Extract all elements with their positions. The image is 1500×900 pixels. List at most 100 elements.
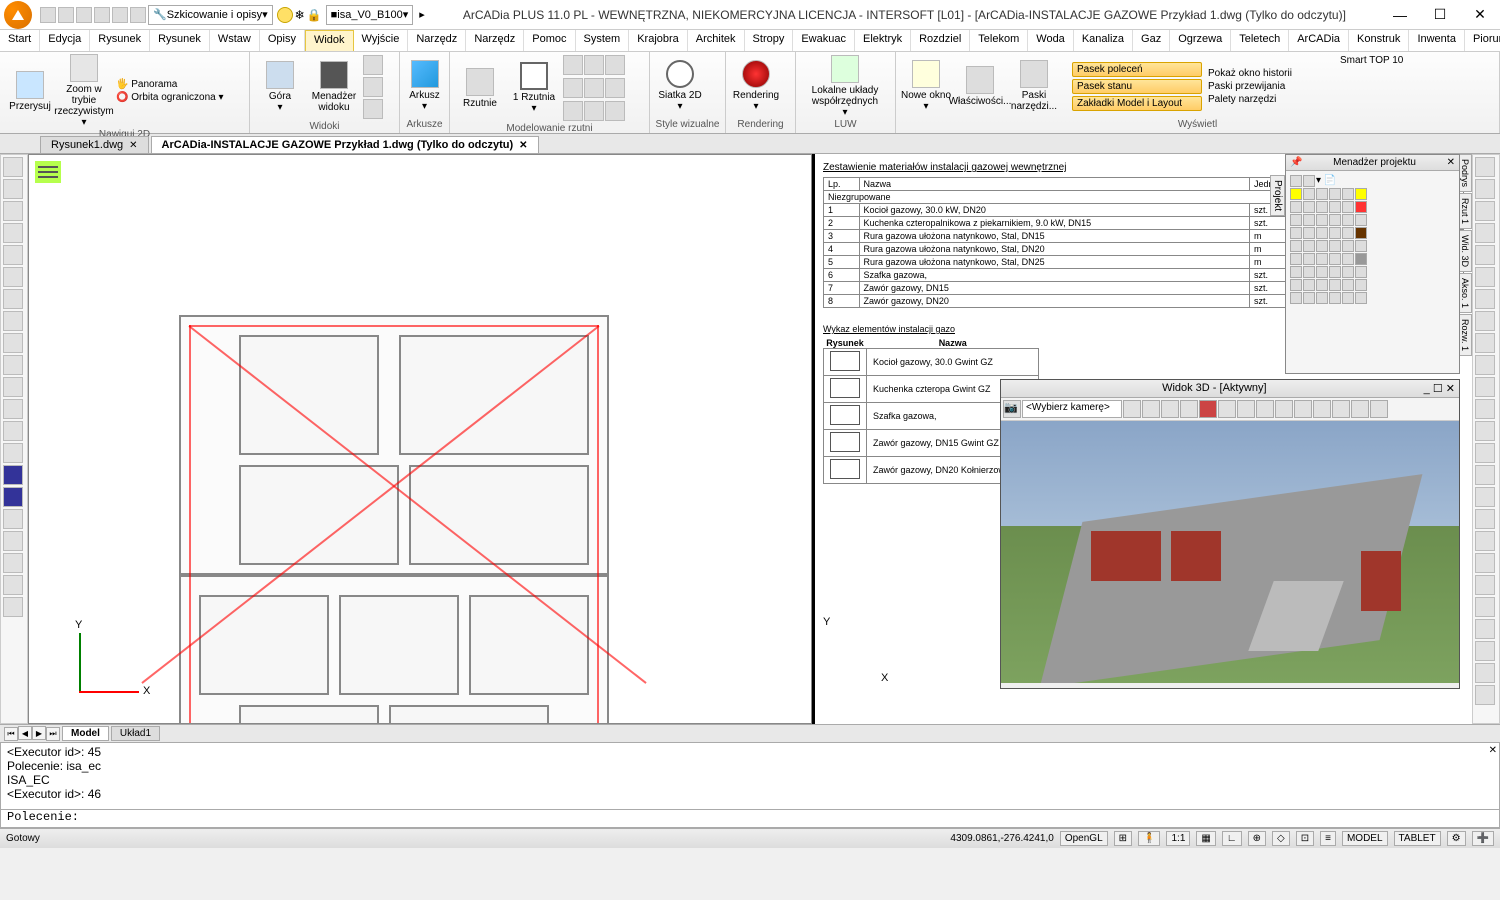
qat-new-icon[interactable] bbox=[40, 7, 56, 23]
rtool-match-icon[interactable] bbox=[1475, 575, 1495, 595]
qat-save-icon[interactable] bbox=[76, 7, 92, 23]
tabs-toggle[interactable]: Zakładki Model i Layout bbox=[1072, 96, 1202, 111]
scroll-bars-toggle[interactable]: Paski przewijania bbox=[1204, 80, 1334, 93]
tool-polyline-icon[interactable] bbox=[3, 179, 23, 199]
tool-dim-icon[interactable] bbox=[3, 509, 23, 529]
menu-architek[interactable]: Architek bbox=[688, 30, 745, 51]
tool-mtext-icon[interactable] bbox=[3, 487, 23, 507]
v3d-3[interactable] bbox=[1161, 400, 1179, 418]
tool-line-icon[interactable] bbox=[3, 157, 23, 177]
menu-wstaw[interactable]: Wstaw bbox=[210, 30, 260, 51]
menu-krajobra[interactable]: Krajobra bbox=[629, 30, 688, 51]
v3d-5[interactable] bbox=[1199, 400, 1217, 418]
view3d-max-icon[interactable]: ☐ bbox=[1433, 383, 1443, 395]
status-snap-icon[interactable]: ⊞ bbox=[1114, 831, 1132, 846]
camera-select[interactable]: <Wybierz kamerę> bbox=[1022, 400, 1122, 418]
tool-leader-icon[interactable] bbox=[3, 531, 23, 551]
v3d-6[interactable] bbox=[1218, 400, 1236, 418]
rtool-explode-icon[interactable] bbox=[1475, 443, 1495, 463]
layer-dropdown[interactable]: ■ isa_V0_B100 ▾ bbox=[326, 5, 414, 25]
v3d-12[interactable] bbox=[1332, 400, 1350, 418]
v3d-1[interactable] bbox=[1123, 400, 1141, 418]
rendering-button[interactable]: Rendering▾ bbox=[730, 60, 782, 112]
layout-tab-1[interactable]: Układ1 bbox=[111, 726, 160, 741]
view3d-min-icon[interactable]: _ bbox=[1424, 383, 1430, 395]
workspace-dropdown[interactable]: 🔧 Szkicowanie i opisy ▾ bbox=[148, 5, 273, 25]
menu-stropy[interactable]: Stropy bbox=[745, 30, 794, 51]
v3d-9[interactable] bbox=[1275, 400, 1293, 418]
tool-boundary-icon[interactable] bbox=[3, 399, 23, 419]
rtool-misc3-icon[interactable] bbox=[1475, 685, 1495, 705]
pin-icon[interactable]: 📌 bbox=[1290, 157, 1302, 168]
menu-telekom[interactable]: Telekom bbox=[970, 30, 1028, 51]
view-3d-panel[interactable]: Widok 3D - [Aktywny]_ ☐ ✕ 📷 <Wybierz kam… bbox=[1000, 379, 1460, 689]
doc-tab[interactable]: ArCADia-INSTALACJE GAZOWE Przykład 1.dwg… bbox=[151, 136, 539, 153]
tool-rect-icon[interactable] bbox=[3, 289, 23, 309]
doc-tab[interactable]: Rysunek1.dwg✕ bbox=[40, 136, 149, 153]
view-menu-icon[interactable] bbox=[35, 161, 61, 183]
rtool-array-icon[interactable] bbox=[1475, 289, 1495, 309]
view-small-2[interactable] bbox=[363, 77, 383, 97]
v3d-11[interactable] bbox=[1313, 400, 1331, 418]
rtool-scale-icon[interactable] bbox=[1475, 223, 1495, 243]
qat-snow-icon[interactable]: ❄ bbox=[295, 8, 305, 22]
rtool-prop-icon[interactable] bbox=[1475, 597, 1495, 617]
command-history[interactable]: ✕ <Executor id>: 45Polecenie: isa_ecISA_… bbox=[0, 742, 1500, 810]
menu-rysunek[interactable]: Rysunek bbox=[150, 30, 210, 51]
qat-dropdown-arrow-icon[interactable]: ▸ bbox=[419, 8, 425, 21]
rtool-layer-icon[interactable] bbox=[1475, 619, 1495, 639]
rtool-stretch-icon[interactable] bbox=[1475, 487, 1495, 507]
qat-undo-icon[interactable] bbox=[112, 7, 128, 23]
status-otrack-icon[interactable]: ⊡ bbox=[1296, 831, 1314, 846]
grid2d-button[interactable]: Siatka 2D▾ bbox=[654, 60, 706, 112]
project-tree[interactable]: ▾ 📄 bbox=[1286, 171, 1459, 309]
rtool-misc2-icon[interactable] bbox=[1475, 663, 1495, 683]
menu-edycja[interactable]: Edycja bbox=[40, 30, 90, 51]
top-view-button[interactable]: Góra▾ bbox=[254, 61, 306, 113]
v3d-7[interactable] bbox=[1237, 400, 1255, 418]
view-manager-button[interactable]: Menadżer widoku bbox=[308, 61, 360, 113]
properties-button[interactable]: Właściwości... bbox=[954, 66, 1006, 107]
tool-text-icon[interactable] bbox=[3, 465, 23, 485]
ucs-button[interactable]: Lokalne układy współrzędnych▾ bbox=[800, 55, 890, 118]
menu-narzędz[interactable]: Narzędz bbox=[408, 30, 466, 51]
rtool-join-icon[interactable] bbox=[1475, 421, 1495, 441]
menu-start[interactable]: Start bbox=[0, 30, 40, 51]
rtool-fillet-icon[interactable] bbox=[1475, 355, 1495, 375]
tool-spline-icon[interactable] bbox=[3, 223, 23, 243]
redraw-button[interactable]: Przerysuj bbox=[4, 71, 56, 112]
qat-open-icon[interactable] bbox=[58, 7, 74, 23]
status-grid-icon[interactable]: ▦ bbox=[1196, 831, 1215, 846]
tool-arc-icon[interactable] bbox=[3, 201, 23, 221]
viewport-grid[interactable] bbox=[562, 54, 624, 122]
rtool-lengthen-icon[interactable] bbox=[1475, 531, 1495, 551]
rtool-align-icon[interactable] bbox=[1475, 509, 1495, 529]
tool-palettes-toggle[interactable]: Palety narzędzi bbox=[1204, 93, 1334, 106]
menu-arcadia[interactable]: ArCADia bbox=[1289, 30, 1349, 51]
orbit-button[interactable]: ⭕ Orbita ograniczona ▾ bbox=[112, 91, 228, 104]
history-window-toggle[interactable]: Pokaż okno historii bbox=[1204, 67, 1334, 80]
tool-measure-icon[interactable] bbox=[3, 597, 23, 617]
maximize-button[interactable]: ☐ bbox=[1420, 0, 1460, 30]
menu-pioruno[interactable]: Pioruno bbox=[1465, 30, 1500, 51]
status-model[interactable]: MODEL bbox=[1342, 831, 1388, 846]
status-scale[interactable]: 1:1 bbox=[1166, 831, 1190, 846]
layout-nav[interactable]: ⏮◀▶⏭ bbox=[4, 726, 60, 741]
status-plus-icon[interactable]: ➕ bbox=[1472, 831, 1494, 846]
sheet-button[interactable]: Arkusz▾ bbox=[404, 60, 445, 112]
menu-pomoc[interactable]: Pomoc bbox=[524, 30, 575, 51]
tool-wipe-icon[interactable] bbox=[3, 421, 23, 441]
one-viewport-button[interactable]: 1 Rzutnia▾ bbox=[508, 62, 560, 114]
qat-lock-icon[interactable]: 🔒 bbox=[307, 8, 322, 22]
view-small-1[interactable] bbox=[363, 55, 383, 75]
toolbars-button[interactable]: Paski narzędzi... bbox=[1008, 60, 1060, 112]
rtool-erase-icon[interactable] bbox=[1475, 465, 1495, 485]
menu-rozdziel[interactable]: Rozdziel bbox=[911, 30, 970, 51]
menu-system[interactable]: System bbox=[576, 30, 630, 51]
status-polar-icon[interactable]: ⊕ bbox=[1248, 831, 1266, 846]
menu-narzędz[interactable]: Narzędz bbox=[466, 30, 524, 51]
v3d-14[interactable] bbox=[1370, 400, 1388, 418]
view-small-3[interactable] bbox=[363, 99, 383, 119]
tool-ellipse-icon[interactable] bbox=[3, 267, 23, 287]
rtool-copy-icon[interactable] bbox=[1475, 179, 1495, 199]
